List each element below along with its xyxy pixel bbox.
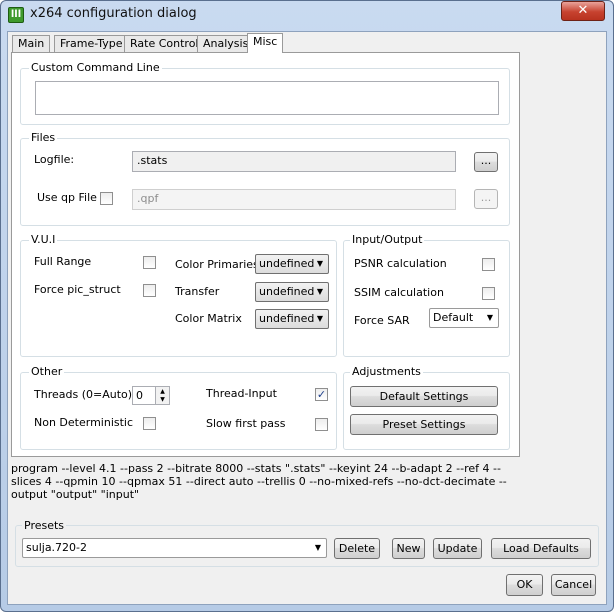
tab-analysis[interactable]: Analysis — [197, 35, 255, 52]
update-preset-button[interactable]: Update — [433, 538, 482, 559]
slow-first-pass-checkbox[interactable] — [315, 418, 328, 431]
other-group-label: Other — [29, 365, 65, 378]
tab-frame-type[interactable]: Frame-Type — [54, 35, 129, 52]
chevron-down-icon: ▼ — [316, 314, 323, 323]
thread-input-label: Thread-Input — [206, 387, 277, 400]
input-output-group-label: Input/Output — [350, 233, 425, 246]
delete-preset-button[interactable]: Delete — [334, 538, 380, 559]
custom-command-line-input[interactable] — [35, 81, 499, 115]
slow-first-pass-label: Slow first pass — [206, 417, 286, 430]
color-primaries-value: undefined — [259, 257, 315, 270]
chevron-down-icon: ▼ — [316, 259, 323, 268]
spin-down-icon[interactable]: ▼ — [155, 396, 169, 404]
color-primaries-label: Color Primaries — [175, 258, 259, 271]
force-sar-value: Default — [433, 311, 474, 324]
transfer-label: Transfer — [175, 285, 220, 298]
close-icon: ✕ — [577, 3, 589, 18]
tab-misc[interactable]: Misc — [247, 33, 284, 53]
color-primaries-select[interactable]: undefined ▼ — [255, 254, 329, 274]
force-sar-label: Force SAR — [354, 314, 410, 327]
threads-spinner[interactable]: 0 ▲ ▼ — [132, 386, 170, 405]
ssim-calculation-checkbox[interactable] — [482, 287, 495, 300]
non-deterministic-label: Non Deterministic — [34, 416, 134, 429]
custom-command-line-label: Custom Command Line — [29, 61, 162, 74]
command-line-preview: program --level 4.1 --pass 2 --bitrate 8… — [11, 462, 507, 501]
cancel-button[interactable]: Cancel — [551, 574, 596, 596]
logfile-input[interactable]: .stats — [132, 151, 456, 172]
chevron-down-icon: ▼ — [486, 313, 493, 322]
transfer-select[interactable]: undefined ▼ — [255, 282, 329, 302]
psnr-calculation-checkbox[interactable] — [482, 258, 495, 271]
presets-selected-value: sulja.720-2 — [26, 541, 88, 554]
use-qp-file-checkbox[interactable] — [100, 192, 113, 205]
force-sar-select[interactable]: Default ▼ — [429, 308, 499, 328]
color-matrix-value: undefined — [259, 312, 315, 325]
qp-file-browse-button[interactable]: ... — [474, 189, 498, 209]
chevron-down-icon: ▼ — [314, 543, 321, 552]
thread-input-checkbox[interactable]: ✓ — [315, 388, 328, 401]
close-button[interactable]: ✕ — [561, 1, 605, 21]
default-settings-button[interactable]: Default Settings — [350, 386, 498, 407]
full-range-checkbox[interactable] — [143, 256, 156, 269]
files-group-label: Files — [29, 131, 58, 144]
color-matrix-label: Color Matrix — [175, 312, 242, 325]
preset-settings-button[interactable]: Preset Settings — [350, 414, 498, 435]
qp-file-input[interactable]: .qpf — [132, 189, 456, 210]
chevron-down-icon: ▼ — [316, 287, 323, 296]
presets-group-label: Presets — [22, 519, 67, 532]
adjustments-group — [343, 372, 510, 450]
full-range-label: Full Range — [34, 255, 92, 268]
force-pic-struct-checkbox[interactable] — [143, 284, 156, 297]
new-preset-button[interactable]: New — [392, 538, 425, 559]
check-icon: ✓ — [316, 388, 327, 401]
threads-label: Threads (0=Auto) — [34, 388, 133, 401]
tab-rate-control[interactable]: Rate Control — [124, 35, 205, 52]
vui-group-label: V.U.I — [29, 233, 58, 246]
other-group — [20, 372, 337, 450]
use-qp-file-label: Use qp File — [37, 191, 97, 204]
threads-value: 0 — [136, 389, 143, 402]
logfile-browse-button[interactable]: ... — [474, 152, 498, 172]
adjustments-group-label: Adjustments — [350, 365, 423, 378]
non-deterministic-checkbox[interactable] — [143, 417, 156, 430]
psnr-calculation-label: PSNR calculation — [354, 257, 447, 270]
window-title: x264 configuration dialog — [30, 6, 197, 21]
logfile-label: Logfile: — [34, 153, 75, 166]
presets-select[interactable]: sulja.720-2 ▼ — [22, 538, 327, 558]
tab-main[interactable]: Main — [12, 35, 51, 52]
ok-button[interactable]: OK — [506, 574, 543, 596]
load-defaults-button[interactable]: Load Defaults — [491, 538, 591, 559]
app-icon: lll — [8, 7, 24, 23]
color-matrix-select[interactable]: undefined ▼ — [255, 309, 329, 329]
ssim-calculation-label: SSIM calculation — [354, 286, 444, 299]
transfer-value: undefined — [259, 285, 315, 298]
force-pic-struct-label: Force pic_struct — [34, 283, 121, 296]
